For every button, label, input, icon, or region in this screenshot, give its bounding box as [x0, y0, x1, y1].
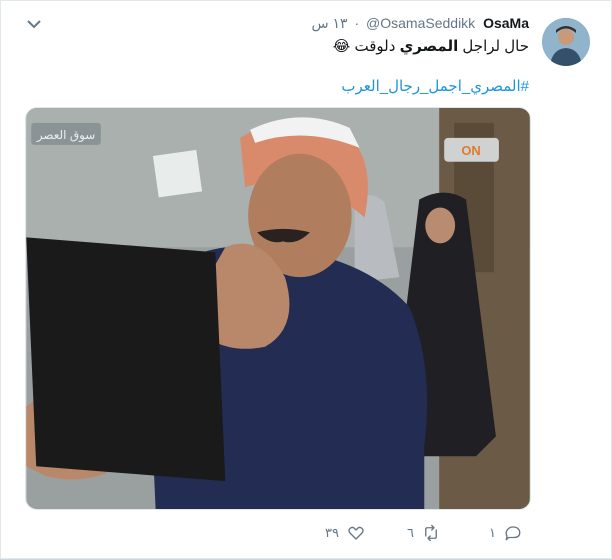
tweet-actions: ٣٩ ٦ ١	[321, 521, 531, 545]
reply-button[interactable]: ١	[489, 521, 522, 545]
tweet-card: OsaMa @OsamaSeddikk · ١٣ س حال لراجل الم…	[0, 0, 612, 559]
tweet-text-bold: المصري	[399, 38, 459, 55]
like-count: ٣٩	[325, 525, 339, 540]
photo-scene: سوق العصر ON	[26, 108, 530, 509]
tweet-header: OsaMa @OsamaSeddikk · ١٣ س	[312, 15, 529, 32]
like-button[interactable]: ٣٩	[325, 521, 365, 545]
reply-count: ١	[489, 525, 496, 540]
timestamp[interactable]: ١٣ س	[312, 15, 348, 31]
tweet-text-start: حال لراجل	[458, 38, 529, 55]
retweet-button[interactable]: ٦	[407, 521, 440, 545]
display-name[interactable]: OsaMa	[483, 15, 529, 31]
watermark-right: ON	[461, 143, 480, 158]
heart-icon	[348, 526, 364, 540]
retweet-count: ٦	[407, 525, 414, 540]
separator-dot: ·	[354, 15, 360, 31]
user-handle[interactable]: @OsamaSeddikk	[366, 15, 475, 31]
hashtag-link[interactable]: #المصري_اجمل_رجال_العرب	[341, 77, 529, 95]
watermark-left: سوق العصر	[36, 128, 95, 143]
tweet-text-end: دلوقت 😂	[332, 38, 400, 55]
tweet-text: حال لراجل المصري دلوقت 😂	[333, 37, 529, 55]
reply-icon	[505, 526, 521, 541]
tweet-photo[interactable]: سوق العصر ON	[25, 107, 531, 510]
avatar[interactable]	[542, 18, 590, 66]
chevron-down-icon[interactable]	[25, 15, 43, 33]
retweet-icon	[425, 524, 437, 542]
